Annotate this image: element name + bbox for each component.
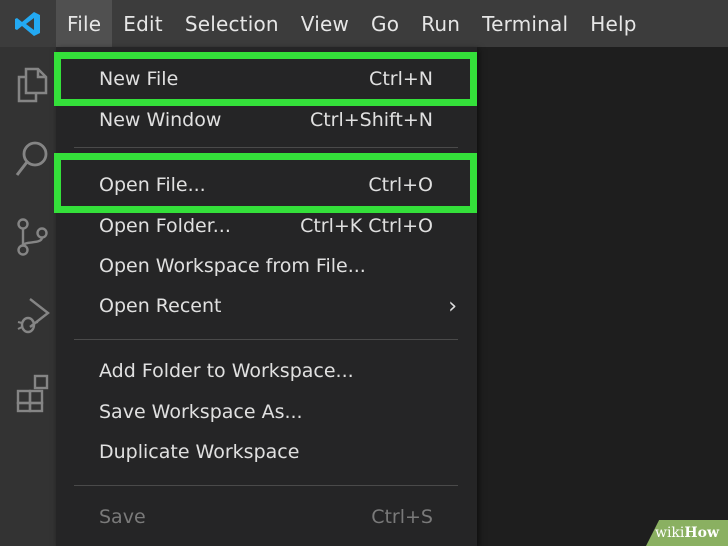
menu-item-shortcut: Ctrl+S xyxy=(371,506,433,528)
watermark-prefix: wiki xyxy=(654,525,685,541)
vscode-logo-icon xyxy=(0,0,56,47)
menu-item-label: Save Workspace As... xyxy=(99,401,303,423)
menu-item-open-recent[interactable]: Open Recent › xyxy=(56,286,477,326)
explorer-icon[interactable] xyxy=(14,63,50,103)
wikihow-watermark: wiki How xyxy=(646,520,728,546)
menu-item-new-window[interactable]: New Window Ctrl+Shift+N xyxy=(56,100,477,140)
menu-item-label: Open Recent xyxy=(99,295,222,317)
menu-go[interactable]: Go xyxy=(360,0,410,47)
menu-item-label: New Window xyxy=(99,109,222,131)
menu-help[interactable]: Help xyxy=(579,0,647,47)
menu-item-label: Save xyxy=(99,506,146,528)
menu-view[interactable]: View xyxy=(290,0,360,47)
extensions-icon[interactable] xyxy=(14,373,50,413)
highlight-new-file xyxy=(54,52,477,106)
file-menu-dropdown: New File Ctrl+N New Window Ctrl+Shift+N … xyxy=(56,47,477,546)
menu-item-duplicate-workspace[interactable]: Duplicate Workspace xyxy=(56,432,477,472)
source-control-icon[interactable] xyxy=(14,217,50,257)
menu-bar: File Edit Selection View Go Run Terminal… xyxy=(56,0,648,47)
menu-item-shortcut: Ctrl+K Ctrl+O xyxy=(300,215,433,237)
menu-item-save: Save Ctrl+S xyxy=(56,497,477,537)
menu-edit[interactable]: Edit xyxy=(112,0,174,47)
menu-file[interactable]: File xyxy=(56,0,113,47)
menu-item-save-workspace-as[interactable]: Save Workspace As... xyxy=(56,392,477,432)
menu-separator xyxy=(74,485,458,486)
menu-item-label: Open Folder... xyxy=(99,215,231,237)
menu-item-label: Open Workspace from File... xyxy=(99,255,366,277)
run-debug-icon[interactable] xyxy=(14,295,50,335)
menu-separator xyxy=(74,147,458,148)
menu-selection[interactable]: Selection xyxy=(174,0,290,47)
watermark-suffix: How xyxy=(684,525,720,541)
menu-item-open-workspace[interactable]: Open Workspace from File... xyxy=(56,246,477,286)
title-bar: File Edit Selection View Go Run Terminal… xyxy=(0,0,728,47)
menu-item-add-folder[interactable]: Add Folder to Workspace... xyxy=(56,351,477,391)
menu-item-shortcut: Ctrl+Shift+N xyxy=(309,109,433,131)
chevron-right-icon: › xyxy=(448,293,457,319)
highlight-open-file xyxy=(54,153,477,213)
menu-item-label: Duplicate Workspace xyxy=(99,441,300,463)
menu-item-label: Add Folder to Workspace... xyxy=(99,360,354,382)
activity-bar xyxy=(0,47,56,546)
menu-terminal[interactable]: Terminal xyxy=(471,0,579,47)
menu-separator xyxy=(74,339,458,340)
menu-run[interactable]: Run xyxy=(410,0,471,47)
search-icon[interactable] xyxy=(14,139,50,179)
